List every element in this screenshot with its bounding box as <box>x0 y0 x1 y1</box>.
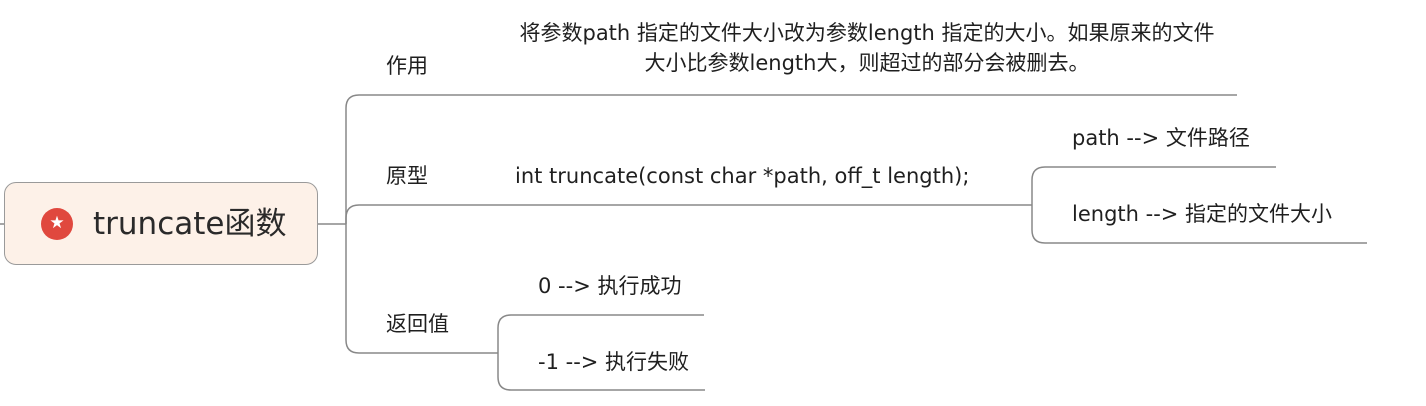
root-topic-node[interactable]: ★ truncate函数 <box>4 182 318 265</box>
prototype-signature[interactable]: int truncate(const char *path, off_t len… <box>515 162 969 190</box>
root-topic-title: truncate函数 <box>93 205 287 242</box>
purpose-description: 将参数path 指定的文件大小改为参数length 指定的大小。如果原来的文件大… <box>519 21 1215 75</box>
star-icon: ★ <box>41 207 73 240</box>
param-path[interactable]: path --> 文件路径 <box>1072 124 1250 152</box>
connector-prototype <box>345 204 1032 224</box>
branch-purpose-label[interactable]: 作用 <box>386 52 428 80</box>
return-success[interactable]: 0 --> 执行成功 <box>538 272 681 300</box>
branch-prototype-label[interactable]: 原型 <box>386 162 428 190</box>
param-length[interactable]: length --> 指定的文件大小 <box>1072 200 1332 228</box>
return-failure[interactable]: -1 --> 执行失败 <box>538 348 689 376</box>
branch-return-label[interactable]: 返回值 <box>386 310 449 338</box>
